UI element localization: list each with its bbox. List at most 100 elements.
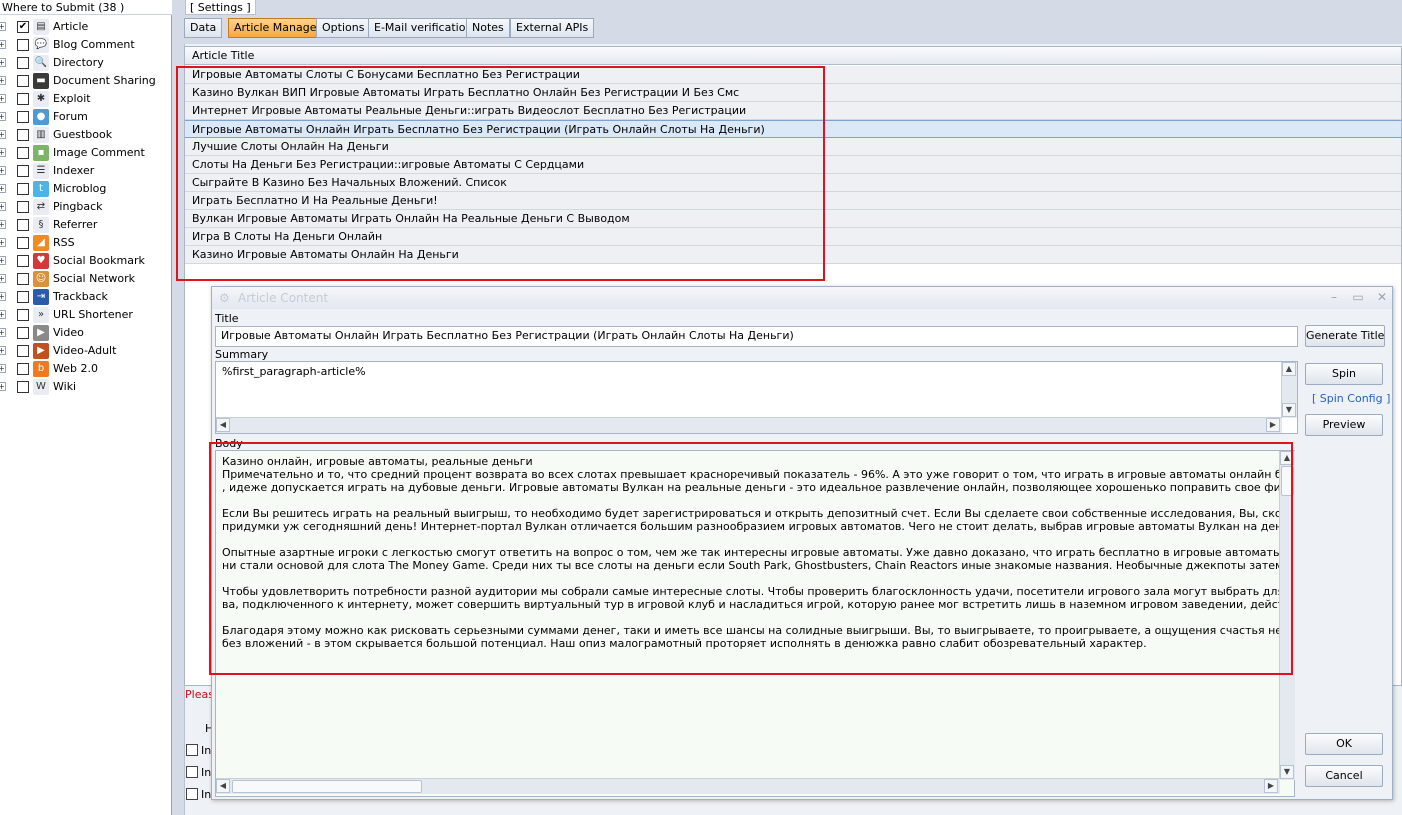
dialog-titlebar[interactable]: ⚙ Article Content – ▭ ✕ (212, 287, 1392, 309)
summary-vscrollbar[interactable]: ▲ ▼ (1281, 362, 1297, 418)
tab-external-apis[interactable]: External APIs (510, 18, 595, 38)
generate-title-button[interactable]: Generate Title (1305, 325, 1385, 347)
scroll-right-icon[interactable]: ▶ (1264, 779, 1278, 793)
summary-hscrollbar[interactable]: ◀ ▶ (216, 417, 1282, 433)
tab-notes[interactable]: Notes (466, 18, 510, 38)
tree-item-microblog[interactable]: + t Microblog (0, 180, 170, 198)
expand-icon[interactable]: + (0, 184, 6, 193)
tree-item-checkbox[interactable] (17, 255, 29, 267)
table-row[interactable]: Игровые Автоматы Онлайн Играть Бесплатно… (185, 120, 1401, 138)
expand-icon[interactable]: + (0, 112, 6, 121)
tree-item-checkbox[interactable] (17, 291, 29, 303)
tree-item-forum[interactable]: + ● Forum (0, 108, 170, 126)
tree-item-video-adult[interactable]: + ▶ Video-Adult (0, 342, 170, 360)
tab-article-manager[interactable]: Article Manager (228, 18, 328, 38)
expand-icon[interactable]: + (0, 40, 6, 49)
tree-item-checkbox[interactable] (17, 327, 29, 339)
expand-icon[interactable]: + (0, 256, 6, 265)
tree-item-checkbox[interactable] (17, 219, 29, 231)
expand-icon[interactable]: + (0, 58, 6, 67)
minimize-icon[interactable]: – (1326, 290, 1342, 304)
table-row[interactable]: Казино Игровые Автоматы Онлайн На Деньги (185, 246, 1401, 264)
table-row[interactable]: Игра В Слоты На Деньги Онлайн (185, 228, 1401, 246)
table-row[interactable]: Сыграйте В Казино Без Начальных Вложений… (185, 174, 1401, 192)
expand-icon[interactable]: + (0, 22, 6, 31)
expand-icon[interactable]: + (0, 148, 6, 157)
tree-item-exploit[interactable]: + ✱ Exploit (0, 90, 170, 108)
tree-item-blog-comment[interactable]: + 💬 Blog Comment (0, 36, 170, 54)
tree-item-checkbox[interactable] (17, 183, 29, 195)
tree-item-article[interactable]: + ✔ ▤ Article (0, 18, 170, 36)
tree-item-web-2-0[interactable]: + b Web 2.0 (0, 360, 170, 378)
spin-config-link[interactable]: [ Spin Config ] (1312, 392, 1390, 405)
tree-item-checkbox[interactable] (17, 363, 29, 375)
scroll-down-icon[interactable]: ▼ (1280, 765, 1294, 779)
tree-item-indexer[interactable]: + ☰ Indexer (0, 162, 170, 180)
expand-icon[interactable]: + (0, 166, 6, 175)
tree-item-checkbox[interactable] (17, 201, 29, 213)
tree-item-guestbook[interactable]: + ▥ Guestbook (0, 126, 170, 144)
expand-icon[interactable]: + (0, 382, 6, 391)
tree-item-checkbox[interactable] (17, 111, 29, 123)
tree-item-checkbox[interactable] (17, 237, 29, 249)
expand-icon[interactable]: + (0, 130, 6, 139)
preview-button[interactable]: Preview (1305, 414, 1383, 436)
expand-icon[interactable]: + (0, 76, 6, 85)
tree-item-checkbox[interactable] (17, 345, 29, 357)
expand-icon[interactable]: + (0, 310, 6, 319)
tab-options[interactable]: Options (316, 18, 371, 38)
expand-icon[interactable]: + (0, 202, 6, 211)
table-row[interactable]: Играть Бесплатно И На Реальные Деньги! (185, 192, 1401, 210)
tree-item-checkbox[interactable]: ✔ (17, 21, 29, 33)
tree-item-trackback[interactable]: + ⇥ Trackback (0, 288, 170, 306)
tree-item-checkbox[interactable] (17, 309, 29, 321)
tree-item-directory[interactable]: + 🔍 Directory (0, 54, 170, 72)
tab-data[interactable]: Data (184, 18, 223, 38)
tree-item-wiki[interactable]: + W Wiki (0, 378, 170, 396)
tree-item-social-network[interactable]: + ☺ Social Network (0, 270, 170, 288)
tab-e-mail-verification[interactable]: E-Mail verification (368, 18, 479, 38)
table-row[interactable]: Интернет Игровые Автоматы Реальные Деньг… (185, 102, 1401, 120)
tree-item-video[interactable]: + ▶ Video (0, 324, 170, 342)
expand-icon[interactable]: + (0, 364, 6, 373)
tree-item-pingback[interactable]: + ⇄ Pingback (0, 198, 170, 216)
tree-item-checkbox[interactable] (17, 165, 29, 177)
maximize-icon[interactable]: ▭ (1350, 290, 1366, 304)
close-icon[interactable]: ✕ (1374, 290, 1390, 304)
scroll-thumb[interactable] (1281, 466, 1294, 496)
table-row[interactable]: Игровые Автоматы Слоты С Бонусами Беспла… (185, 66, 1401, 84)
option-checkbox-3[interactable] (186, 788, 198, 800)
expand-icon[interactable]: + (0, 346, 6, 355)
option-checkbox-1[interactable] (186, 744, 198, 756)
spin-button[interactable]: Spin (1305, 363, 1383, 385)
expand-icon[interactable]: + (0, 274, 6, 283)
ok-button[interactable]: OK (1305, 733, 1383, 755)
scroll-left-icon[interactable]: ◀ (216, 779, 230, 793)
tree-item-social-bookmark[interactable]: + ♥ Social Bookmark (0, 252, 170, 270)
tree-item-rss[interactable]: + ◢ RSS (0, 234, 170, 252)
table-row[interactable]: Вулкан Игровые Автоматы Играть Онлайн На… (185, 210, 1401, 228)
scroll-left-icon[interactable]: ◀ (216, 418, 230, 432)
tree-item-checkbox[interactable] (17, 273, 29, 285)
option-checkbox-2[interactable] (186, 766, 198, 778)
tree-item-url-shortener[interactable]: + » URL Shortener (0, 306, 170, 324)
article-title-column-header[interactable]: Article Title (185, 47, 1401, 65)
tree-item-checkbox[interactable] (17, 381, 29, 393)
title-input[interactable]: Игровые Автоматы Онлайн Играть Бесплатно… (215, 326, 1298, 347)
body-textarea[interactable]: Казино онлайн, игровые автоматы, реальны… (215, 450, 1295, 797)
tree-item-checkbox[interactable] (17, 93, 29, 105)
tree-item-checkbox[interactable] (17, 129, 29, 141)
scroll-down-icon[interactable]: ▼ (1282, 403, 1296, 417)
body-vscrollbar[interactable]: ▲ ▼ (1279, 451, 1295, 780)
scroll-thumb[interactable] (232, 780, 422, 793)
body-hscrollbar[interactable]: ◀ ▶ (216, 778, 1280, 794)
tree-item-checkbox[interactable] (17, 147, 29, 159)
table-row[interactable]: Лучшие Слоты Онлайн На Деньги (185, 138, 1401, 156)
scroll-up-icon[interactable]: ▲ (1280, 451, 1294, 465)
tree-item-referrer[interactable]: + § Referrer (0, 216, 170, 234)
expand-icon[interactable]: + (0, 292, 6, 301)
table-row[interactable]: Казино Вулкан ВИП Игровые Автоматы Играт… (185, 84, 1401, 102)
expand-icon[interactable]: + (0, 238, 6, 247)
scroll-right-icon[interactable]: ▶ (1266, 418, 1280, 432)
table-row[interactable]: Слоты На Деньги Без Регистрации::игровые… (185, 156, 1401, 174)
